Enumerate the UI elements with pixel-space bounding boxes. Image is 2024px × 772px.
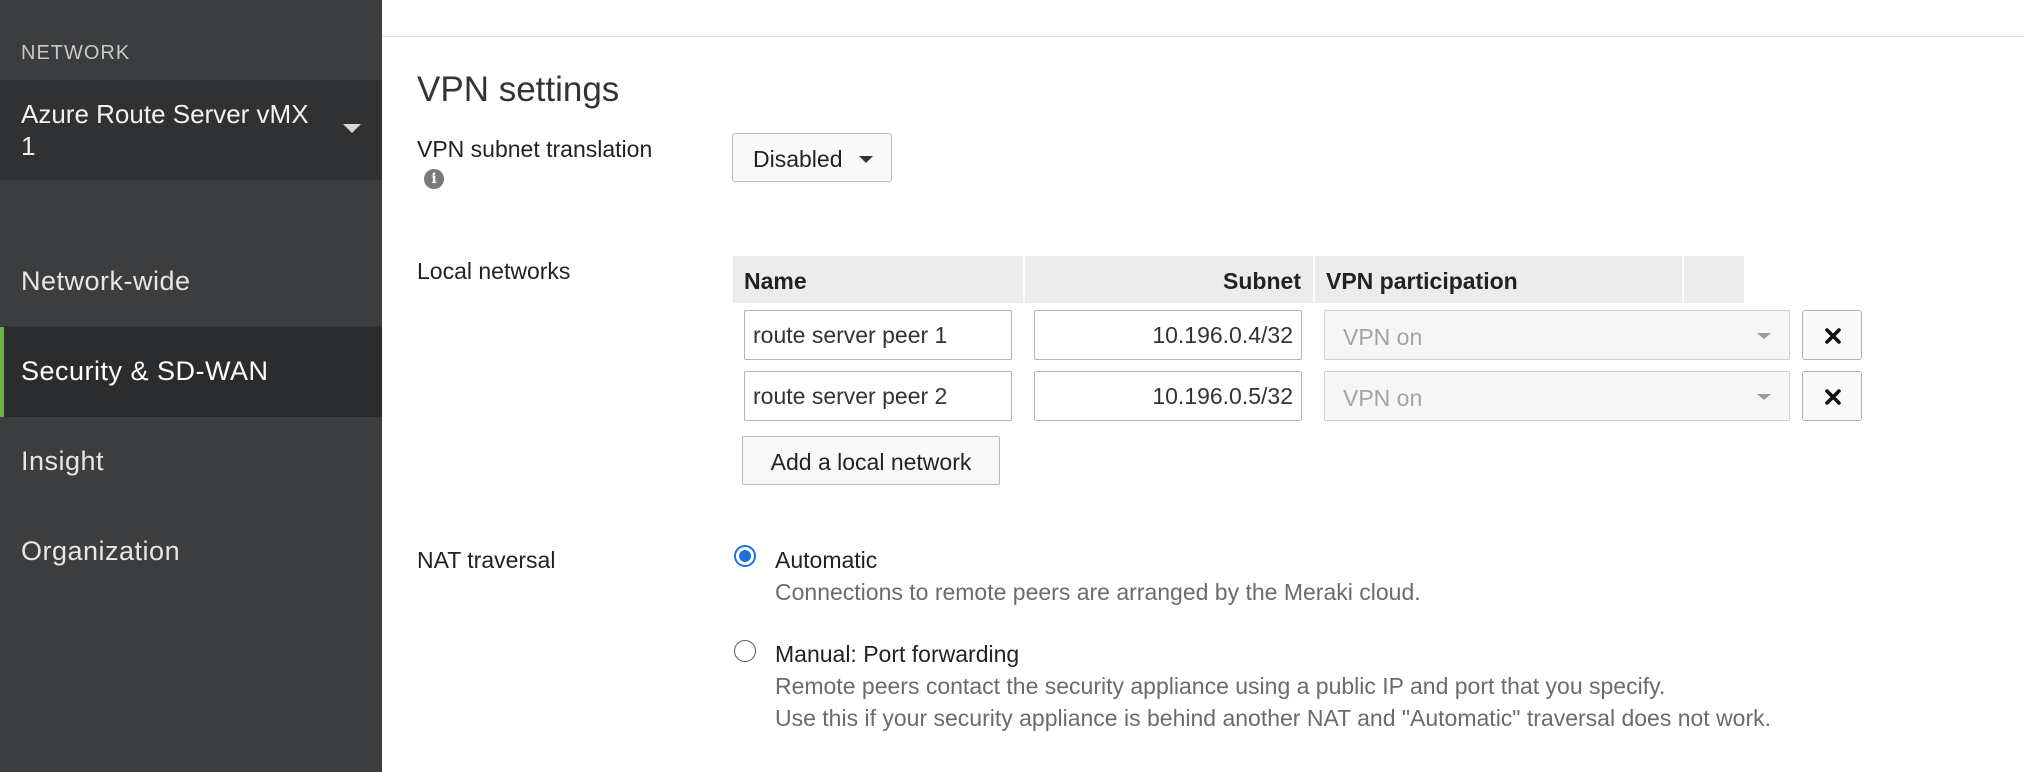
page-title: VPN settings (417, 70, 620, 109)
subnet-input[interactable] (1034, 310, 1302, 360)
dropdown-value: Disabled (753, 146, 843, 172)
network-name: Azure Route Server vMX 1 (21, 99, 309, 161)
delete-row-button[interactable] (1802, 310, 1862, 360)
caret-down-icon (859, 156, 873, 163)
vpn-participation-select[interactable]: VPN on (1324, 310, 1790, 360)
column-header-name: Name (733, 256, 1023, 303)
radio-automatic[interactable] (734, 545, 756, 567)
column-header-actions (1684, 256, 1744, 303)
close-icon (1825, 389, 1841, 405)
network-caption: NETWORK (21, 42, 131, 64)
local-networks-label: Local networks (417, 258, 571, 284)
caret-down-icon (1757, 333, 1771, 339)
caret-down-icon (1757, 394, 1771, 400)
sidebar-item-label: Organization (21, 536, 181, 566)
sidebar-item-label: Insight (21, 446, 105, 476)
nat-traversal-label: NAT traversal (417, 547, 556, 573)
column-header-vpn-participation: VPN participation (1315, 256, 1682, 303)
sidebar-item-label: Network-wide (21, 266, 191, 296)
chevron-down-icon (343, 124, 361, 133)
network-selector[interactable]: Azure Route Server vMX 1 (0, 80, 382, 180)
option-manual-label[interactable]: Manual: Port forwarding (775, 641, 1019, 668)
network-name-input[interactable] (744, 371, 1012, 421)
sidebar-item-security-sd-wan[interactable]: Security & SD-WAN (0, 327, 382, 417)
column-header-subnet: Subnet (1025, 256, 1313, 303)
sidebar-item-network-wide[interactable]: Network-wide (0, 237, 382, 327)
option-manual-description-line-1: Remote peers contact the security applia… (775, 673, 1666, 699)
app: NETWORK Azure Route Server vMX 1 Network… (0, 0, 2024, 772)
subnet-translation-dropdown[interactable]: Disabled (732, 133, 892, 182)
sidebar-item-label: Security & SD-WAN (21, 356, 269, 386)
sidebar-item-insight[interactable]: Insight (0, 417, 382, 507)
main-content: VPN settings VPN subnet translation i Di… (382, 0, 2024, 772)
option-manual-description-line-2: Use this if your security appliance is b… (775, 705, 1772, 731)
network-name-input[interactable] (744, 310, 1012, 360)
delete-row-button[interactable] (1802, 371, 1862, 421)
subnet-input[interactable] (1034, 371, 1302, 421)
subnet-translation-label: VPN subnet translation (417, 136, 653, 162)
option-automatic-label[interactable]: Automatic (775, 547, 877, 574)
vpn-participation-select[interactable]: VPN on (1324, 371, 1790, 421)
radio-manual-port-forwarding[interactable] (734, 640, 756, 662)
close-icon (1825, 328, 1841, 344)
sidebar: NETWORK Azure Route Server vMX 1 Network… (0, 0, 382, 772)
info-icon[interactable]: i (424, 169, 444, 189)
sidebar-item-organization[interactable]: Organization (0, 507, 382, 597)
add-local-network-button[interactable]: Add a local network (742, 436, 1000, 485)
divider (382, 36, 2024, 37)
option-automatic-description: Connections to remote peers are arranged… (775, 579, 1421, 605)
